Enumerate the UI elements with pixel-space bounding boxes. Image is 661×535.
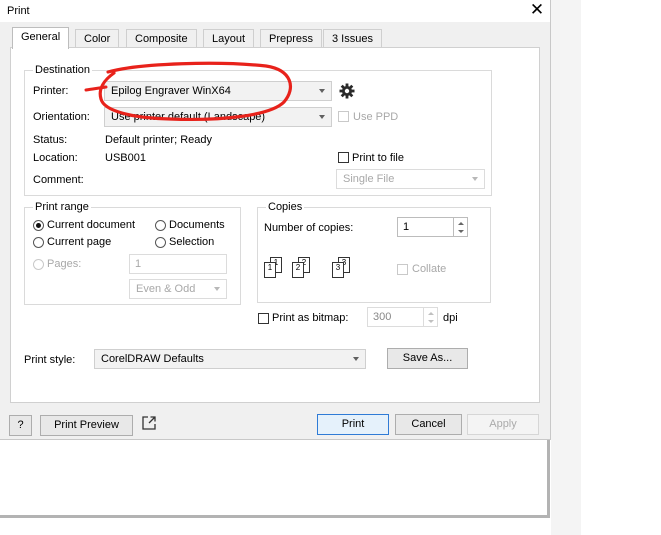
print-style-label: Print style: xyxy=(24,354,76,366)
collate-label: Collate xyxy=(412,263,447,275)
background-panel xyxy=(551,0,581,535)
close-icon[interactable]: ✕ xyxy=(528,0,546,20)
apply-button[interactable]: Apply xyxy=(467,414,539,435)
save-as-button[interactable]: Save As... xyxy=(387,348,468,369)
print-preview-button[interactable]: Print Preview xyxy=(40,415,133,436)
selection-label: Selection xyxy=(169,236,215,248)
window-title: Print xyxy=(7,5,30,17)
tab-prepress[interactable]: Prepress xyxy=(260,29,323,48)
title-bar: Print ✕ xyxy=(0,0,550,22)
chevron-down-icon xyxy=(353,357,359,361)
print-to-file-checkbox[interactable] xyxy=(338,152,349,163)
number-of-copies-label: Number of copies: xyxy=(264,222,354,234)
chevron-down-icon xyxy=(319,115,325,119)
spin-down-icon xyxy=(428,320,434,323)
tab-3-issues[interactable]: 3 Issues xyxy=(323,29,382,48)
print-range-legend: Print range xyxy=(33,201,91,213)
location-label: Location: xyxy=(33,152,78,164)
pages-radio[interactable] xyxy=(33,259,44,270)
dpi-spinner[interactable] xyxy=(424,307,438,327)
chevron-down-icon xyxy=(472,177,478,181)
tab-composite[interactable]: Composite xyxy=(126,29,197,48)
documents-label: Documents xyxy=(169,219,225,231)
even-odd-value: Even & Odd xyxy=(136,283,196,295)
file-mode-value: Single File xyxy=(343,173,395,185)
dpi-unit-label: dpi xyxy=(443,312,458,324)
status-label: Status: xyxy=(33,134,68,146)
cancel-button[interactable]: Cancel xyxy=(395,414,462,435)
use-ppd-label: Use PPD xyxy=(353,111,399,123)
current-document-radio[interactable] xyxy=(33,220,44,231)
location-value: USB001 xyxy=(105,152,146,164)
selection-radio[interactable] xyxy=(155,237,166,248)
status-value: Default printer; Ready xyxy=(105,134,212,146)
collate-checkbox[interactable] xyxy=(397,264,408,275)
current-page-label: Current page xyxy=(47,236,112,248)
even-odd-select[interactable]: Even & Odd xyxy=(129,279,227,299)
spin-up-icon xyxy=(428,312,434,315)
current-page-radio[interactable] xyxy=(33,237,44,248)
tab-color[interactable]: Color xyxy=(75,29,120,48)
page-icon: 1 xyxy=(264,262,276,278)
pages-label: Pages: xyxy=(47,258,82,270)
copies-legend: Copies xyxy=(266,201,305,213)
gear-icon[interactable] xyxy=(338,82,356,100)
spin-down-icon xyxy=(458,230,464,233)
use-ppd-checkbox[interactable] xyxy=(338,111,349,122)
annotation-circle xyxy=(84,61,293,121)
page-icon: 2 xyxy=(292,262,304,278)
spin-up-icon xyxy=(458,222,464,225)
print-style-value: CorelDRAW Defaults xyxy=(101,353,204,365)
print-as-bitmap-checkbox[interactable] xyxy=(258,313,269,324)
help-button[interactable]: ? xyxy=(9,415,32,436)
current-document-label: Current document xyxy=(47,219,136,231)
dpi-input[interactable]: 300 xyxy=(367,307,424,327)
print-style-select[interactable]: CorelDRAW Defaults xyxy=(94,349,366,369)
print-to-file-label: Print to file xyxy=(352,152,404,164)
printer-label: Printer: xyxy=(33,85,69,97)
chevron-down-icon xyxy=(319,89,325,93)
copies-spinner[interactable] xyxy=(454,217,468,237)
print-as-bitmap-label: Print as bitmap: xyxy=(272,312,349,324)
chevron-down-icon xyxy=(214,287,220,291)
collate-pages-illustration: 1 1 2 2 3 3 xyxy=(262,257,362,281)
tab-layout[interactable]: Layout xyxy=(203,29,255,48)
comment-label: Comment: xyxy=(33,174,84,186)
tab-general[interactable]: General xyxy=(12,27,70,49)
external-window-icon[interactable] xyxy=(141,415,157,431)
file-mode-select[interactable]: Single File xyxy=(336,169,485,189)
documents-radio[interactable] xyxy=(155,220,166,231)
page-icon: 3 xyxy=(332,262,344,278)
number-of-copies-input[interactable]: 1 xyxy=(397,217,454,237)
pages-input[interactable]: 1 xyxy=(129,254,227,274)
background-window xyxy=(0,440,550,518)
print-button[interactable]: Print xyxy=(317,414,389,435)
